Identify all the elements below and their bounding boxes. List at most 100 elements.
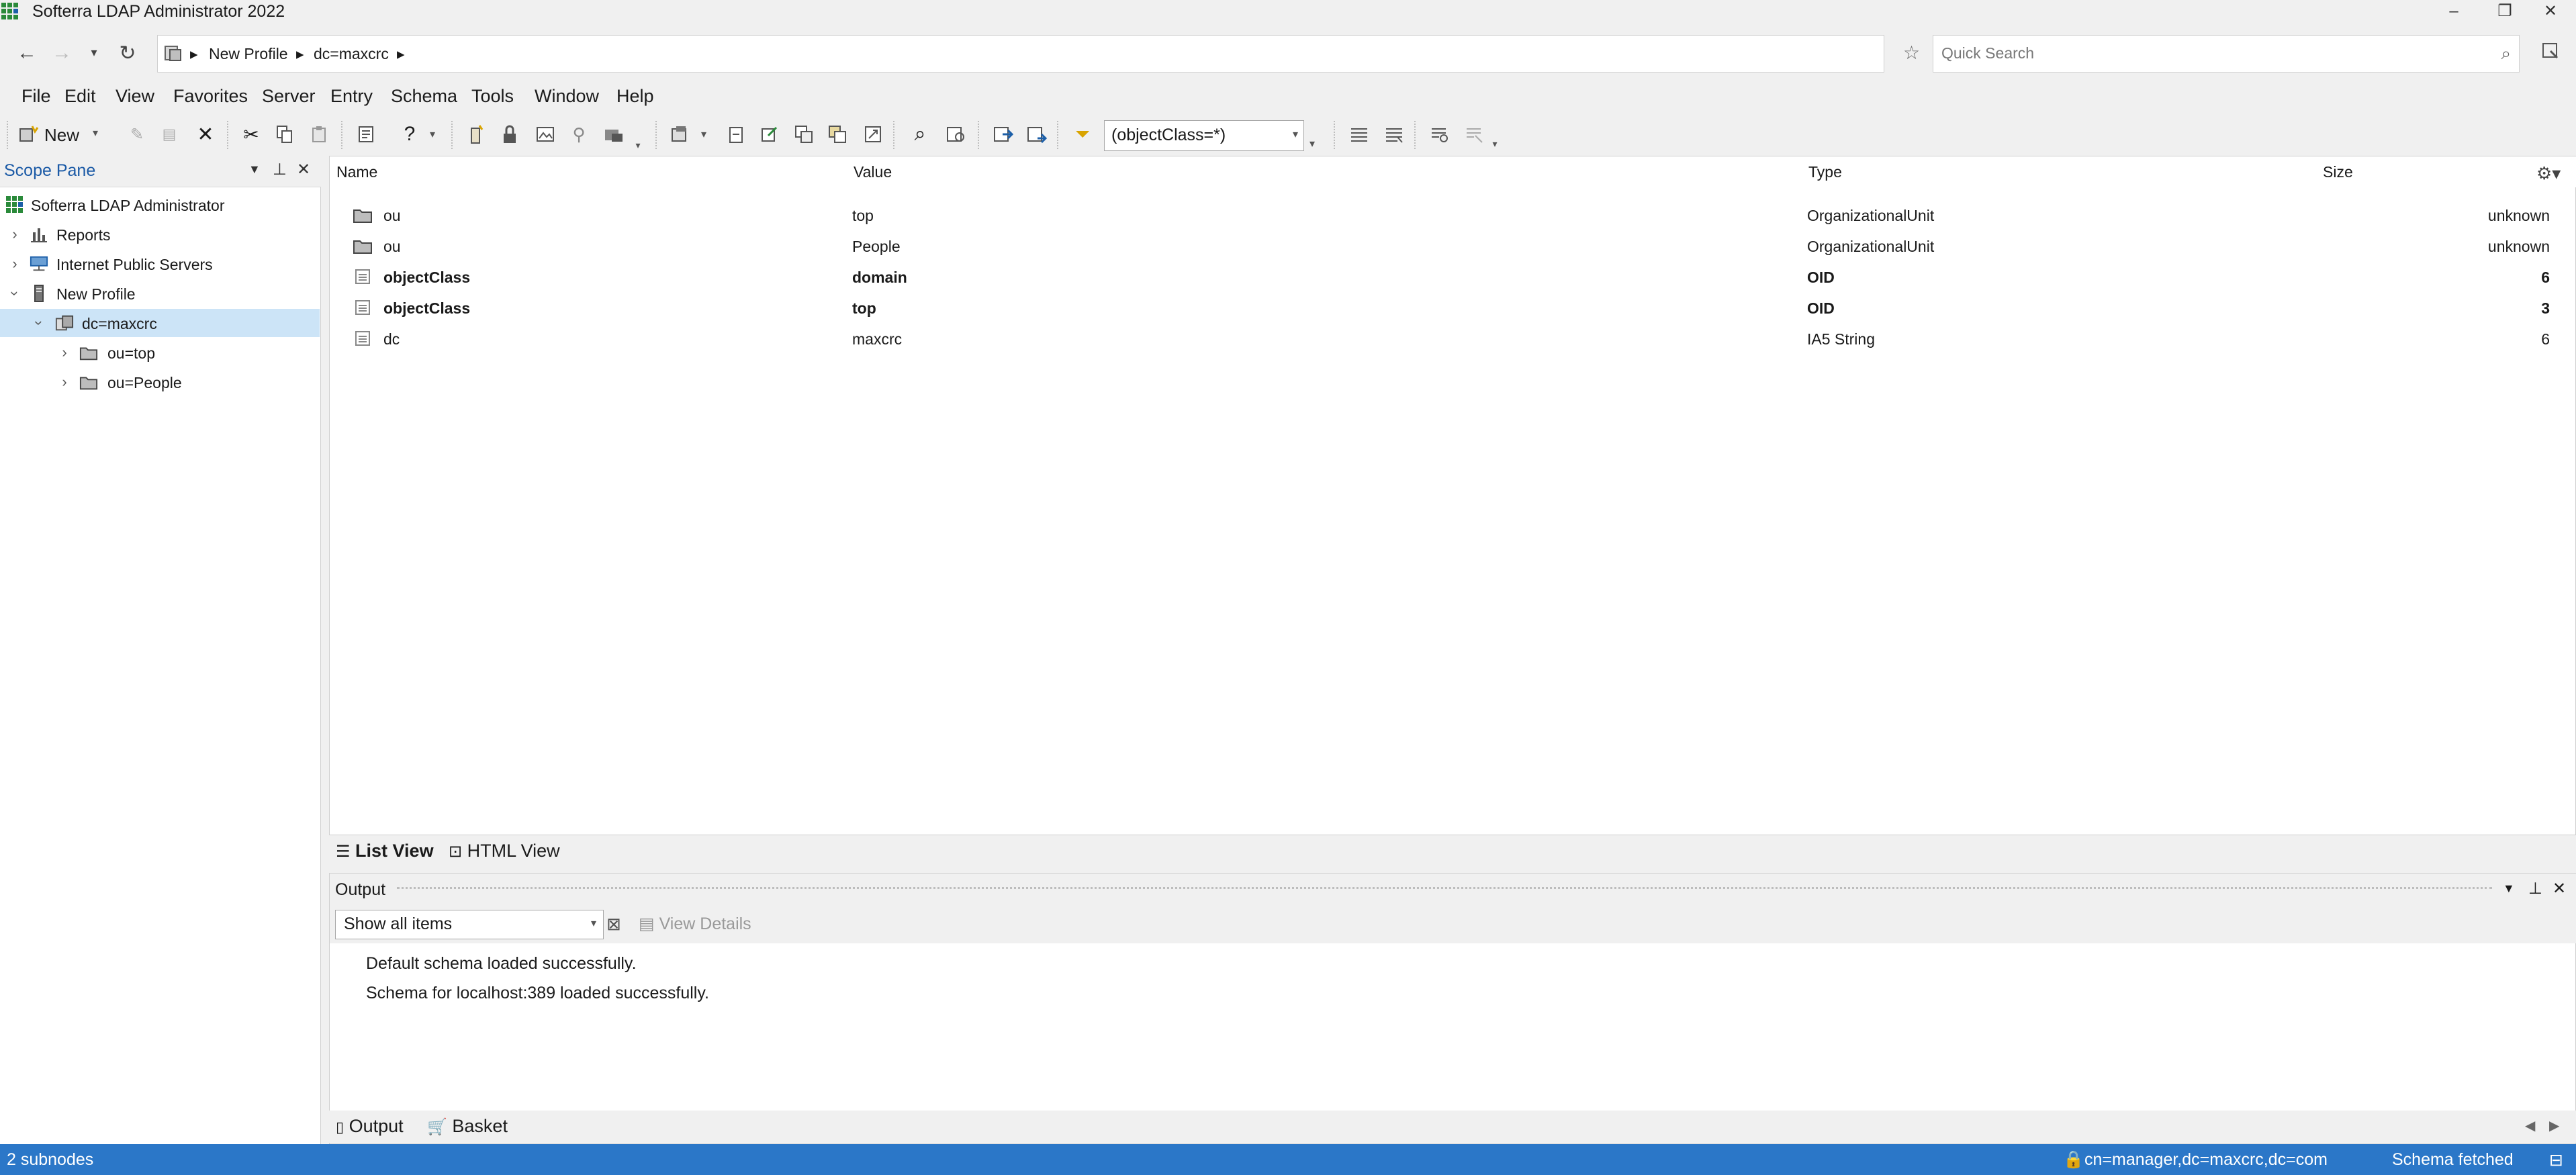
resize-icon[interactable] [860,121,886,148]
breadcrumb[interactable]: ▸ New Profile ▸ dc=maxcrc ▸ [157,35,1884,73]
pane-dropdown-icon[interactable]: ▼ [248,162,261,177]
menu-favorites[interactable]: Favorites [173,86,248,107]
tree-item-reports[interactable]: › Reports [0,220,320,248]
copy-icon[interactable] [271,121,298,148]
copy-entry-icon[interactable] [825,121,852,148]
table-row[interactable]: objectClass domain OID 6 [330,261,2576,292]
search-in-directory-icon[interactable] [943,121,970,148]
filter-icon[interactable]: ⏷ [1069,121,1096,148]
scroll-right-icon[interactable]: ▶ [2549,1117,2559,1134]
go-to-parent-icon[interactable] [1023,121,1050,148]
search-options-icon[interactable] [2541,42,2560,60]
toolbar-separator [978,121,984,149]
minimize-button[interactable]: – [2434,0,2474,23]
tab-list-view[interactable]: ☰ List View [336,841,434,861]
close-pane-icon[interactable]: ✕ [2552,879,2566,898]
export-icon[interactable] [668,121,694,148]
chevron-right-icon[interactable]: › [56,344,73,361]
refresh-icon[interactable]: ↻ [114,42,141,65]
tree-item-ou-top[interactable]: › ou=top [0,338,320,367]
tree-item-internet-public-servers[interactable]: › Internet Public Servers [0,250,320,278]
compare-icon[interactable] [791,121,818,148]
chevron-down-icon[interactable]: ▾ [1305,130,1319,157]
menu-entry[interactable]: Entry [330,86,373,107]
column-header-name[interactable]: Name [330,156,854,187]
tree-item-new-profile[interactable]: › New Profile [0,279,320,308]
go-to-entry-icon[interactable] [990,121,1017,148]
find-icon[interactable]: ⌕ [907,121,933,148]
output-filter-select[interactable]: Show all items ▾ [335,910,604,939]
tab-html-view[interactable]: ⊡ HTML View [449,841,560,861]
delete-icon[interactable]: ✕ [192,121,219,148]
tree-item-root[interactable]: Softerra LDAP Administrator [0,191,320,219]
chevron-down-icon[interactable]: › [6,285,24,301]
menu-view[interactable]: View [116,86,154,107]
cut-icon[interactable]: ✂ [238,121,265,148]
breadcrumb-entry[interactable]: dc=maxcrc [314,45,389,63]
search-icon[interactable]: ⌕ [2501,43,2511,64]
favorite-star-icon[interactable]: ☆ [1903,42,1920,64]
pane-dropdown-icon[interactable]: ▼ [2503,882,2515,896]
chevron-down-icon[interactable]: › [30,315,48,331]
menu-help[interactable]: Help [616,86,654,107]
connect-icon[interactable]: ⚲ [565,121,592,148]
pane-drag-handle[interactable] [397,887,2492,894]
back-arrow-icon[interactable]: ← [13,42,40,64]
table-row[interactable]: ou People OrganizationalUnit unknown [330,230,2576,261]
chevron-right-icon[interactable]: › [7,226,23,243]
expand-all-icon[interactable] [1346,121,1373,148]
view-details-button[interactable]: ▤ View Details [639,914,751,934]
tree-item-ou-people[interactable]: › ou=People [0,368,320,396]
tab-basket[interactable]: 🛒 Basket [427,1116,508,1137]
status-user: cn=manager,dc=maxcrc,dc=com [2084,1150,2328,1169]
domain-icon [55,315,74,331]
chevron-down-icon[interactable]: ▾ [419,121,446,148]
new-button[interactable]: New ▾ [19,121,106,148]
tree-item-dc-maxcrc[interactable]: › dc=maxcrc [0,309,320,337]
menu-file[interactable]: File [21,86,51,107]
chevron-down-icon[interactable]: ▾ [1488,130,1502,157]
chevron-right-icon[interactable]: › [7,255,23,273]
new-entry-icon[interactable] [463,121,490,148]
hide-attributes-icon[interactable] [1461,121,1488,148]
menu-tools[interactable]: Tools [471,86,514,107]
menu-window[interactable]: Window [535,86,599,107]
menu-edit[interactable]: Edit [64,86,96,107]
column-settings-gear-icon[interactable]: ⚙▾ [2536,163,2561,184]
edit-pencil-icon[interactable]: ✎ [124,121,150,148]
chevron-down-icon[interactable]: ▾ [631,132,645,158]
table-row[interactable]: objectClass top OID 3 [330,292,2576,323]
paste-icon[interactable] [306,121,333,148]
menu-schema[interactable]: Schema [391,86,457,107]
pin-icon[interactable]: ⊥ [2528,879,2542,898]
move-entry-icon[interactable] [600,121,627,148]
lock-entry-icon[interactable] [497,121,524,148]
chevron-right-icon[interactable]: › [56,373,73,391]
scroll-left-icon[interactable]: ◀ [2525,1117,2535,1134]
column-header-value[interactable]: Value [847,156,1809,187]
cell-size: 6 [2541,269,2550,286]
breadcrumb-profile[interactable]: New Profile [209,45,288,63]
ldap-filter-combo[interactable]: (objectClass=*) ▾ [1104,120,1304,151]
table-row[interactable]: ou top OrganizationalUnit unknown [330,199,2576,230]
import-icon[interactable] [723,121,749,148]
show-attributes-icon[interactable] [1426,121,1453,148]
history-dropdown-icon[interactable]: ▾ [81,46,107,60]
close-window-button[interactable]: ✕ [2530,0,2571,23]
menu-server[interactable]: Server [262,86,316,107]
forward-arrow-icon[interactable]: → [48,42,75,64]
pin-icon[interactable]: ⊥ [273,160,287,179]
table-row[interactable]: dc maxcrc IA5 String 6 [330,323,2576,354]
rename-icon[interactable]: ▤ [156,121,183,148]
tab-output[interactable]: ▯ Output [336,1116,404,1137]
collapse-all-icon[interactable] [1381,121,1408,148]
restore-button[interactable]: ❐ [2485,0,2525,23]
quick-search-input[interactable] [1933,36,2467,70]
close-pane-icon[interactable]: ✕ [297,160,310,179]
column-header-type[interactable]: Type [1802,156,2324,187]
chevron-down-icon[interactable]: ▾ [697,121,710,148]
image-attribute-icon[interactable] [532,121,559,148]
clear-output-icon[interactable]: ⊠ [606,914,621,935]
properties-icon[interactable] [353,121,380,148]
modify-icon[interactable] [756,121,783,148]
